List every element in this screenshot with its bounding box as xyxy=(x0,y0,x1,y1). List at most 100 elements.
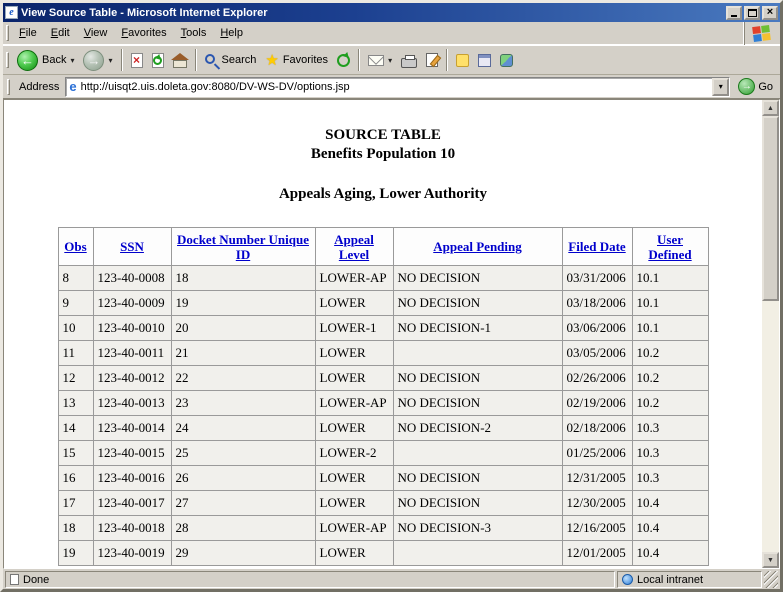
standard-toolbar: ← Back ▾ → ▾ × Search ★ Favorites xyxy=(3,45,780,75)
menu-help[interactable]: Help xyxy=(213,24,250,42)
table-cell: 20 xyxy=(171,316,315,341)
table-cell: LOWER-AP xyxy=(315,266,393,291)
table-cell: 10.3 xyxy=(632,441,708,466)
table-cell: LOWER-1 xyxy=(315,316,393,341)
forward-icon: → xyxy=(83,50,104,71)
resize-grip[interactable] xyxy=(764,571,778,588)
close-button[interactable]: × xyxy=(762,6,778,20)
column-header-link[interactable]: Appeal Level xyxy=(334,232,374,262)
column-header-link[interactable]: SSN xyxy=(120,239,144,254)
menu-edit[interactable]: Edit xyxy=(44,24,77,42)
toolbar-grip[interactable] xyxy=(7,79,10,95)
search-label: Search xyxy=(222,54,257,66)
refresh-button[interactable] xyxy=(148,51,168,70)
column-header-ssn[interactable]: SSN xyxy=(93,228,171,266)
forward-dropdown-icon[interactable]: ▾ xyxy=(108,56,112,65)
toolbar-separator xyxy=(195,49,197,71)
table-cell: 18 xyxy=(58,516,93,541)
favorites-button[interactable]: ★ Favorites xyxy=(261,51,332,70)
column-header-obs[interactable]: Obs xyxy=(58,228,93,266)
table-cell: 12/16/2005 xyxy=(562,516,632,541)
table-header-row: Obs SSN Docket Number Unique ID Appeal Leve… xyxy=(58,228,708,266)
address-dropdown-button[interactable]: ▾ xyxy=(712,78,729,96)
column-header-link[interactable]: User Defined xyxy=(648,232,691,262)
table-row: 17123-40-001727LOWERNO DECISION12/30/200… xyxy=(58,491,708,516)
column-header-link[interactable]: Docket Number Unique ID xyxy=(177,232,309,262)
back-button[interactable]: ← Back ▾ xyxy=(13,48,78,73)
table-cell: 9 xyxy=(58,291,93,316)
column-header-docket-number-unique-id[interactable]: Docket Number Unique ID xyxy=(171,228,315,266)
edit-button[interactable] xyxy=(422,51,442,69)
column-header-link[interactable]: Obs xyxy=(64,239,86,254)
table-row: 9123-40-000919LOWERNO DECISION03/18/2006… xyxy=(58,291,708,316)
table-cell xyxy=(393,541,562,566)
scroll-down-button[interactable]: ▼ xyxy=(762,552,779,568)
table-cell: 03/31/2006 xyxy=(562,266,632,291)
minimize-icon xyxy=(731,15,737,17)
table-cell: LOWER xyxy=(315,466,393,491)
table-cell: 03/06/2006 xyxy=(562,316,632,341)
address-input[interactable]: e http://uisqt2.uis.doleta.gov:8080/DV-W… xyxy=(65,77,730,97)
windows-logo-box xyxy=(744,22,778,45)
column-header-link[interactable]: Appeal Pending xyxy=(433,239,522,254)
menu-bar: File Edit View Favorites Tools Help xyxy=(3,22,780,45)
print-button[interactable] xyxy=(397,51,421,70)
table-cell: LOWER xyxy=(315,416,393,441)
column-header-user-defined[interactable]: User Defined xyxy=(632,228,708,266)
web-page: SOURCE TABLE Benefits Population 10 Appe… xyxy=(4,100,762,568)
table-cell: LOWER xyxy=(315,291,393,316)
research-button[interactable] xyxy=(474,52,495,69)
table-cell: 123-40-0018 xyxy=(93,516,171,541)
table-cell: 02/18/2006 xyxy=(562,416,632,441)
vertical-scrollbar[interactable]: ▲ ▼ xyxy=(762,100,779,568)
minimize-button[interactable] xyxy=(726,6,742,20)
menu-tools[interactable]: Tools xyxy=(174,24,214,42)
table-cell: LOWER xyxy=(315,341,393,366)
chevron-down-icon: ▾ xyxy=(719,82,723,91)
table-cell: 10.3 xyxy=(632,416,708,441)
toolbar-grip[interactable] xyxy=(6,25,9,41)
scrollbar-thumb[interactable] xyxy=(762,116,779,301)
table-cell: 29 xyxy=(171,541,315,566)
menu-file[interactable]: File xyxy=(12,24,44,42)
table-row: 14123-40-001424LOWERNO DECISION-202/18/2… xyxy=(58,416,708,441)
print-icon xyxy=(401,58,417,68)
menu-favorites[interactable]: Favorites xyxy=(114,24,173,42)
scroll-up-button[interactable]: ▲ xyxy=(762,100,779,116)
column-header-appeal-level[interactable]: Appeal Level xyxy=(315,228,393,266)
history-button[interactable] xyxy=(333,52,354,69)
home-button[interactable] xyxy=(169,51,191,70)
column-header-link[interactable]: Filed Date xyxy=(568,239,625,254)
address-label: Address xyxy=(17,81,61,93)
table-cell: 123-40-0017 xyxy=(93,491,171,516)
table-cell: 10 xyxy=(58,316,93,341)
table-cell: 13 xyxy=(58,391,93,416)
mail-dropdown-icon[interactable]: ▾ xyxy=(388,56,392,65)
scroll-down-icon: ▼ xyxy=(767,557,774,564)
maximize-button[interactable] xyxy=(744,6,760,20)
go-button[interactable]: → Go xyxy=(734,78,777,95)
table-cell: LOWER xyxy=(315,366,393,391)
table-cell: 02/26/2006 xyxy=(562,366,632,391)
column-header-appeal-pending[interactable]: Appeal Pending xyxy=(393,228,562,266)
table-cell: NO DECISION xyxy=(393,466,562,491)
forward-button[interactable]: → ▾ xyxy=(79,48,116,73)
table-cell: 10.1 xyxy=(632,266,708,291)
title-bar[interactable]: e View Source Table - Microsoft Internet… xyxy=(3,3,780,22)
toolbar-grip[interactable] xyxy=(6,52,9,68)
home-icon xyxy=(173,60,187,68)
discuss-button[interactable] xyxy=(452,52,473,69)
back-dropdown-icon[interactable]: ▾ xyxy=(70,56,74,65)
status-bar: Done Local intranet xyxy=(3,569,780,589)
messenger-button[interactable] xyxy=(496,52,517,69)
table-cell: 12 xyxy=(58,366,93,391)
search-button[interactable]: Search xyxy=(201,50,261,70)
menu-view[interactable]: View xyxy=(77,24,115,42)
refresh-icon xyxy=(152,53,164,68)
mail-button[interactable]: ▾ xyxy=(364,53,396,68)
column-header-filed-date[interactable]: Filed Date xyxy=(562,228,632,266)
stop-button[interactable]: × xyxy=(127,51,147,70)
table-cell: NO DECISION-3 xyxy=(393,516,562,541)
table-cell: 14 xyxy=(58,416,93,441)
address-url[interactable]: http://uisqt2.uis.doleta.gov:8080/DV-WS-… xyxy=(81,81,709,93)
